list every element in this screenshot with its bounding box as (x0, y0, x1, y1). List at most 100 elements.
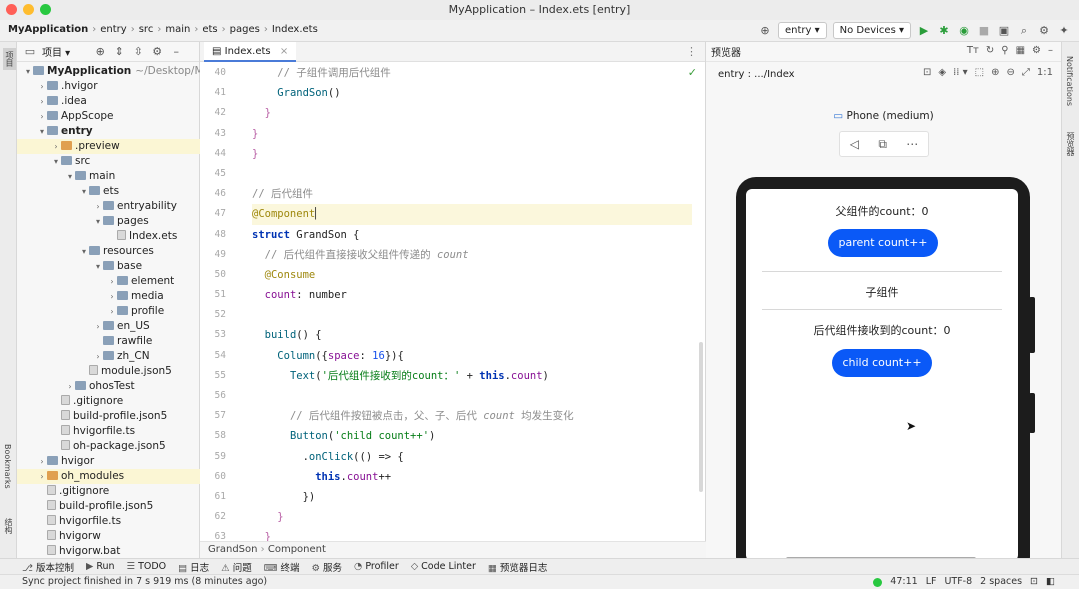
collapse-all-icon[interactable]: ⇳ (131, 45, 145, 59)
chevron-right-icon[interactable]: › (37, 109, 47, 124)
settings-icon[interactable]: ⚙ (1037, 24, 1051, 38)
tree-item[interactable]: oh-package.json5 (17, 439, 200, 454)
tree-item[interactable]: › element (17, 274, 200, 289)
zoom-window-button[interactable] (40, 4, 51, 15)
tree-item[interactable]: › ohosTest (17, 379, 200, 394)
more-icon[interactable]: ⋯ (906, 137, 918, 151)
stop-icon[interactable]: ■ (977, 24, 991, 38)
chevron-right-icon[interactable]: › (37, 454, 47, 469)
bottom-tool-tab[interactable]: ⎇ 版本控制 (22, 560, 74, 574)
actual-size-icon[interactable]: 1:1 (1037, 67, 1053, 78)
locate-icon[interactable]: ⊕ (93, 45, 107, 59)
tree-item[interactable]: › .hvigor (17, 79, 200, 94)
fullscreen-icon[interactable]: ⤢ (1022, 67, 1030, 78)
line-separator[interactable]: LF (926, 575, 937, 589)
tree-item[interactable]: Index.ets (17, 229, 200, 244)
rotate-icon[interactable]: ⧉ (878, 137, 887, 152)
tab-index-ets[interactable]: ▤ Index.ets × (204, 42, 297, 62)
back-icon[interactable]: ◁ (850, 137, 859, 151)
tree-item[interactable]: › entryability (17, 199, 200, 214)
bottom-tool-tab[interactable]: ▦ 预览器日志 (488, 560, 548, 574)
editor-scrollbar[interactable] (699, 342, 703, 492)
notifications-tool-tab[interactable]: Notifications (1065, 56, 1074, 106)
fit-icon[interactable]: ⬚ (975, 67, 984, 78)
debug-icon[interactable]: ✱ (937, 24, 951, 38)
chevron-down-icon[interactable]: ▾ (93, 214, 103, 229)
layers-icon[interactable]: ◈ (938, 67, 946, 78)
chevron-right-icon[interactable]: › (93, 349, 103, 364)
zoom-out-icon[interactable]: ⊖ (1007, 67, 1015, 78)
bottom-tool-tab[interactable]: ☰ TODO (127, 561, 167, 572)
minimize-window-button[interactable] (23, 4, 34, 15)
breadcrumb-item[interactable]: MyApplication (8, 24, 88, 35)
tree-item[interactable]: hvigorw.bat (17, 544, 200, 559)
search-icon[interactable]: ⌕ (1017, 24, 1031, 38)
profile-icon[interactable]: ◉ (957, 24, 971, 38)
caret-position[interactable]: 47:11 (890, 575, 917, 589)
tree-item[interactable]: ▾ ets (17, 184, 200, 199)
breadcrumb-item[interactable]: Index.ets (272, 24, 318, 35)
chevron-down-icon[interactable]: ▾ (23, 64, 33, 79)
tree-item[interactable]: ▾ entry (17, 124, 200, 139)
chevron-right-icon[interactable]: › (37, 79, 47, 94)
tree-item[interactable]: › hvigor (17, 454, 200, 469)
child-count-button[interactable]: child count++ (832, 349, 932, 377)
chevron-right-icon[interactable]: › (107, 289, 117, 304)
tree-item[interactable]: › profile (17, 304, 200, 319)
chevron-right-icon[interactable]: › (107, 274, 117, 289)
previewer-tool-tab[interactable]: 预览器 (1065, 132, 1076, 156)
chevron-down-icon[interactable]: ▾ (79, 184, 89, 199)
tree-item[interactable]: .gitignore (17, 484, 200, 499)
expand-all-icon[interactable]: ⇕ (112, 45, 126, 59)
layout-dropdown-icon[interactable]: ⁞⁞ ▾ (953, 67, 968, 78)
tree-item[interactable]: ▾ src (17, 154, 200, 169)
more-tabs-icon[interactable]: ⋮ (686, 45, 697, 58)
breadcrumb-item[interactable]: src (139, 24, 154, 35)
chevron-down-icon[interactable]: ▾ (65, 169, 75, 184)
code-area[interactable]: // 子组件调用后代组件 GrandSon() } } } // 后代组件 @C… (252, 63, 692, 548)
chevron-right-icon[interactable]: › (37, 469, 47, 484)
breadcrumb-item[interactable]: main (165, 24, 190, 35)
project-view-dropdown[interactable]: 项目 ▾ (42, 44, 70, 59)
indent-setting[interactable]: 2 spaces (980, 575, 1022, 589)
target-icon[interactable]: ⊕ (758, 24, 772, 38)
hide-icon[interactable]: – (169, 45, 183, 59)
tree-item[interactable]: hvigorw (17, 529, 200, 544)
tree-item[interactable]: .gitignore (17, 394, 200, 409)
tree-item[interactable]: module.json5 (17, 364, 200, 379)
tree-item[interactable]: hvigorfile.ts (17, 424, 200, 439)
bottom-tool-tab[interactable]: ⌨ 终端 (264, 560, 300, 574)
refresh-icon[interactable]: ↻ (986, 45, 994, 56)
breadcrumb-item[interactable]: ets (202, 24, 217, 35)
project-tool-tab[interactable]: 项目 (3, 48, 16, 70)
close-tab-icon[interactable]: × (280, 46, 288, 57)
module-dropdown[interactable]: entry ▾ (777, 22, 827, 39)
tree-item[interactable]: ▾ main (17, 169, 200, 184)
breadcrumb-item[interactable]: entry (100, 24, 126, 35)
tree-item[interactable]: hvigorfile.ts (17, 514, 200, 529)
bottom-tool-tab[interactable]: ▶ Run (86, 561, 115, 572)
assistant-icon[interactable]: ✦ (1057, 24, 1071, 38)
gear-icon[interactable]: ⚙ (1032, 45, 1041, 56)
tree-item[interactable]: ▾ MyApplication ~/Desktop/My... (17, 64, 218, 79)
code-breadcrumb-item[interactable]: Component (268, 544, 326, 555)
font-icon[interactable]: Tт (967, 45, 979, 56)
tree-item[interactable]: ▾ base (17, 259, 200, 274)
device-manager-icon[interactable]: ▣ (997, 24, 1011, 38)
bottom-tool-tab[interactable]: ◇ Code Linter (411, 561, 476, 572)
chevron-right-icon[interactable]: › (37, 94, 47, 109)
grid-icon[interactable]: ▦ (1016, 45, 1025, 56)
tree-item[interactable]: ▾ pages (17, 214, 200, 229)
tree-item[interactable]: ▾ resources (17, 244, 200, 259)
code-breadcrumb-item[interactable]: GrandSon (208, 544, 257, 555)
tree-item[interactable]: build-profile.json5 (17, 499, 200, 514)
tree-item[interactable]: build-profile.json5 (17, 409, 200, 424)
bottom-tool-tab[interactable]: ▤ 日志 (178, 560, 209, 574)
tree-item[interactable]: › oh_modules (17, 469, 200, 484)
chevron-right-icon[interactable]: › (93, 199, 103, 214)
bottom-tool-tab[interactable]: ◔ Profiler (354, 561, 399, 572)
gear-icon[interactable]: ⚙ (150, 45, 164, 59)
chevron-right-icon[interactable]: › (107, 304, 117, 319)
chevron-down-icon[interactable]: ▾ (37, 124, 47, 139)
chevron-down-icon[interactable]: ▾ (79, 244, 89, 259)
